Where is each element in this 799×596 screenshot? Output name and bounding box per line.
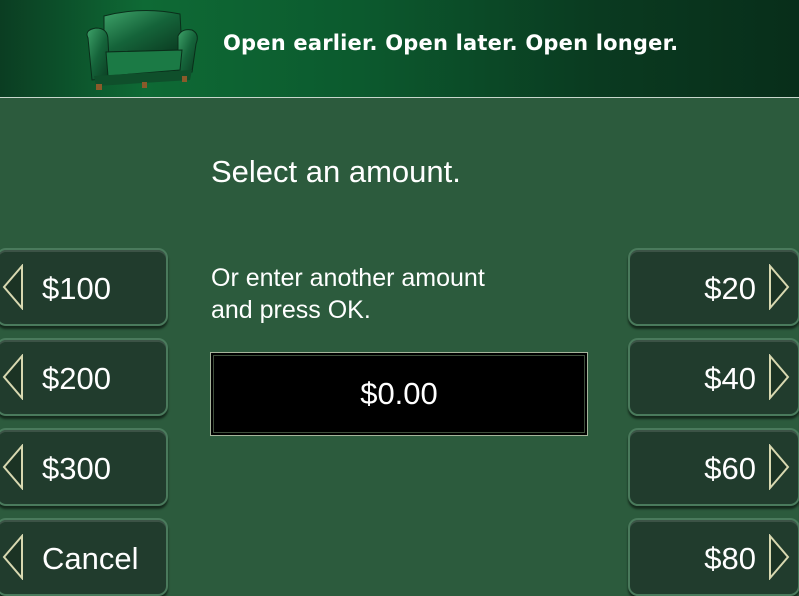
button-label: $80 (704, 541, 756, 576)
top-banner: Open earlier. Open later. Open longer. (0, 0, 799, 98)
instruction-line-2: and press OK. (211, 296, 371, 324)
cancel-button[interactable]: Cancel (0, 518, 168, 596)
amount-value: $0.00 (360, 376, 438, 411)
amount-300-button[interactable]: $300 (0, 428, 168, 506)
amount-200-button[interactable]: $200 (0, 338, 168, 416)
button-label: $60 (704, 451, 756, 486)
instruction-line-1: Or enter another amount (211, 264, 485, 292)
amount-entry-field[interactable]: $0.00 (210, 352, 588, 436)
button-label: $300 (42, 451, 111, 486)
banner-slogan: Open earlier. Open later. Open longer. (223, 31, 679, 55)
button-label: $20 (704, 271, 756, 306)
amount-60-button[interactable]: $60 (628, 428, 799, 506)
left-arrow-icon (2, 354, 23, 400)
page-title: Select an amount. (211, 154, 461, 189)
right-arrow-icon (769, 534, 790, 580)
amount-80-button[interactable]: $80 (628, 518, 799, 596)
button-label: $200 (42, 361, 111, 396)
amount-20-button[interactable]: $20 (628, 248, 799, 326)
right-arrow-icon (769, 354, 790, 400)
left-arrow-icon (2, 534, 23, 580)
instruction-text: Or enter another amount and press OK. (211, 262, 571, 326)
amount-40-button[interactable]: $40 (628, 338, 799, 416)
button-label: Cancel (42, 541, 139, 576)
right-arrow-icon (769, 444, 790, 490)
right-arrow-icon (769, 264, 790, 310)
amount-100-button[interactable]: $100 (0, 248, 168, 326)
left-arrow-icon (2, 444, 23, 490)
button-label: $40 (704, 361, 756, 396)
button-label: $100 (42, 271, 111, 306)
armchair-icon (86, 9, 198, 90)
left-arrow-icon (2, 264, 23, 310)
